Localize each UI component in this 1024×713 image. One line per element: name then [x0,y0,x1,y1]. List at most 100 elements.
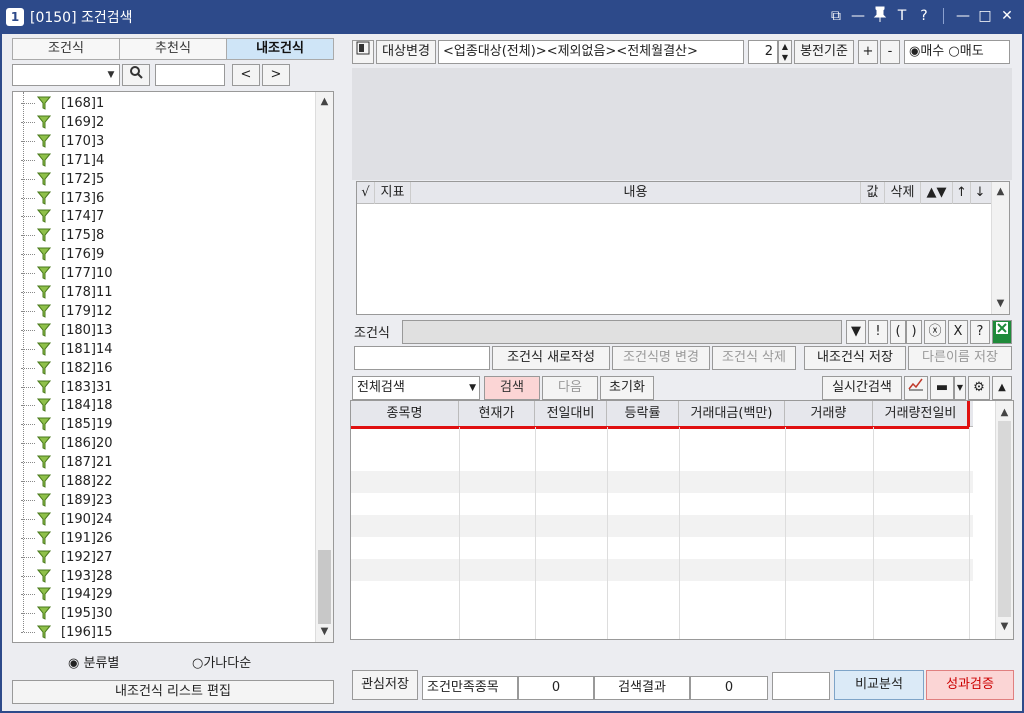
chevron-down-icon[interactable]: ▼ [103,65,119,85]
chart-icon[interactable] [904,376,928,400]
candle-count[interactable]: 2 [748,40,778,64]
scroll-up-icon[interactable]: ▲ [316,94,333,110]
condition-name-input[interactable] [354,346,490,370]
search-input[interactable] [155,64,225,86]
scroll-thumb[interactable] [998,421,1011,617]
formula-open-paren[interactable]: ( [890,320,906,344]
table-row[interactable] [351,537,973,559]
radio-buy[interactable]: ◉매수 [909,44,944,59]
excel-icon[interactable] [992,320,1012,344]
collapse-up-icon[interactable]: ▲ [992,376,1012,400]
search-button[interactable] [122,64,150,86]
gear-icon[interactable]: ⚙ [968,376,990,400]
condition-formula-row: 조건식 ▼ ! ( ) ⓧ X ? [352,320,1012,344]
condition-scrollbar[interactable]: ▲ ▼ [991,182,1009,314]
results-header: 종목명 현재가 전일대비 등락률 거래대금(백만) 거래량 거래량전일비 [351,401,973,429]
filter-icon [37,153,51,167]
results-scrollbar[interactable]: ▲ ▼ [995,401,1013,639]
tree-branch-line [21,367,35,369]
col-delete: 삭제 [885,182,921,204]
link-window-icon[interactable]: ⧉ [827,6,845,26]
target-field[interactable]: <업종대상(전체)><제외없음><전체월결산> [438,40,744,64]
delete-condition-button[interactable]: 조건식 삭제 [712,346,796,370]
next-button[interactable]: > [262,64,290,86]
scroll-up-icon[interactable]: ▲ [996,405,1013,421]
formula-clear-button[interactable]: ⓧ [924,320,946,344]
col-move[interactable]: ▲▼ [921,182,953,204]
tree-item-label: [183]31 [61,379,113,395]
maximize-icon[interactable]: □ [976,6,994,26]
help-icon[interactable]: ? [915,6,933,26]
tab-recommended[interactable]: 추천식 [120,39,227,59]
scroll-up-icon[interactable]: ▲ [992,184,1009,200]
search-combo[interactable]: ▼ [12,64,120,86]
save-condition-button[interactable]: 내조건식 저장 [804,346,906,370]
layout-icon[interactable]: ▬ [930,376,954,400]
compare-analysis-button[interactable]: 비교분석 [834,670,924,700]
table-row[interactable] [351,449,973,471]
formula-not-button[interactable]: ! [868,320,888,344]
pin-icon[interactable] [871,6,889,26]
radio-sell[interactable]: ○매도 [948,44,983,59]
next-page-button[interactable]: 다음 [542,376,598,400]
new-condition-button[interactable]: 조건식 새로작성 [492,346,610,370]
search-scope-select[interactable]: 전체검색 ▼ [352,376,480,400]
table-row[interactable] [351,471,973,493]
formula-x-button[interactable]: X [948,320,968,344]
tree-branch-line [21,121,35,123]
col-up[interactable]: ↑ [953,182,971,204]
scroll-down-icon[interactable]: ▼ [996,619,1013,635]
sort-radios: ◉ 분류별 ○가나다순 [12,652,334,672]
plus-button[interactable]: + [858,40,878,64]
radio-category[interactable]: ◉ 분류별 [68,652,119,671]
formula-dropdown-icon[interactable]: ▼ [846,320,866,344]
scroll-down-icon[interactable]: ▼ [316,624,333,640]
candle-spinner[interactable]: ▲ ▼ [778,40,792,64]
search-button[interactable]: 검색 [484,376,540,400]
condition-formula-field[interactable] [402,320,842,344]
edit-list-button[interactable]: 내조건식 리스트 편집 [12,680,334,704]
minimize-to-tray-icon[interactable]: — [849,6,867,26]
scroll-down-icon[interactable]: ▼ [992,296,1009,312]
prev-button[interactable]: < [232,64,260,86]
target-icon[interactable] [352,40,374,64]
radio-alphabetical[interactable]: ○가나다순 [192,652,251,671]
font-icon[interactable]: T [893,6,911,26]
minimize-icon[interactable]: — [954,6,972,26]
filter-icon [37,474,51,488]
formula-close-paren[interactable]: ) [906,320,922,344]
tree-scrollbar[interactable]: ▲ ▼ [315,92,333,642]
tree-item-label: [192]27 [61,549,113,565]
col-down[interactable]: ↓ [971,182,989,204]
tree-item-label: [180]13 [61,322,113,338]
rename-condition-button[interactable]: 조건식명 변경 [612,346,710,370]
title-controls: ⧉ — T ? — □ ✕ [827,6,1016,26]
highlight-box [351,401,970,429]
radio-alpha-label: 가나다순 [203,656,252,671]
tab-conditions[interactable]: 조건식 [13,39,120,59]
scroll-thumb[interactable] [318,550,331,624]
minus-button[interactable]: - [880,40,900,64]
save-as-button[interactable]: 다른이름 저장 [908,346,1012,370]
chevron-down-icon[interactable]: ▼ [954,376,966,400]
tree-branch-line [21,575,35,577]
target-change-button[interactable]: 대상변경 [376,40,436,64]
reset-button[interactable]: 초기화 [600,376,654,400]
interest-save-button[interactable]: 관심저장 [352,670,418,700]
table-row[interactable] [351,515,973,537]
chevron-down-icon[interactable]: ▼ [469,377,476,399]
sell-label: 매도 [959,44,984,59]
tree-item-label: [186]20 [61,436,113,452]
tree-item-label: [185]19 [61,417,113,433]
tree-branch-line [21,481,35,482]
table-row[interactable] [351,493,973,515]
close-icon[interactable]: ✕ [998,6,1016,26]
buy-sell-radios: ◉매수 ○매도 [904,40,1010,64]
formula-help-button[interactable]: ? [970,320,990,344]
search-controls-row: 전체검색 ▼ 검색 다음 초기화 실시간검색 ▬ ▼ ⚙ ▲ [352,376,1012,400]
table-row[interactable] [351,559,973,581]
performance-verify-button[interactable]: 성과검증 [926,670,1014,700]
tab-my-conditions[interactable]: 내조건식 [227,39,333,59]
realtime-search-button[interactable]: 실시간검색 [822,376,902,400]
table-row[interactable] [351,581,973,603]
